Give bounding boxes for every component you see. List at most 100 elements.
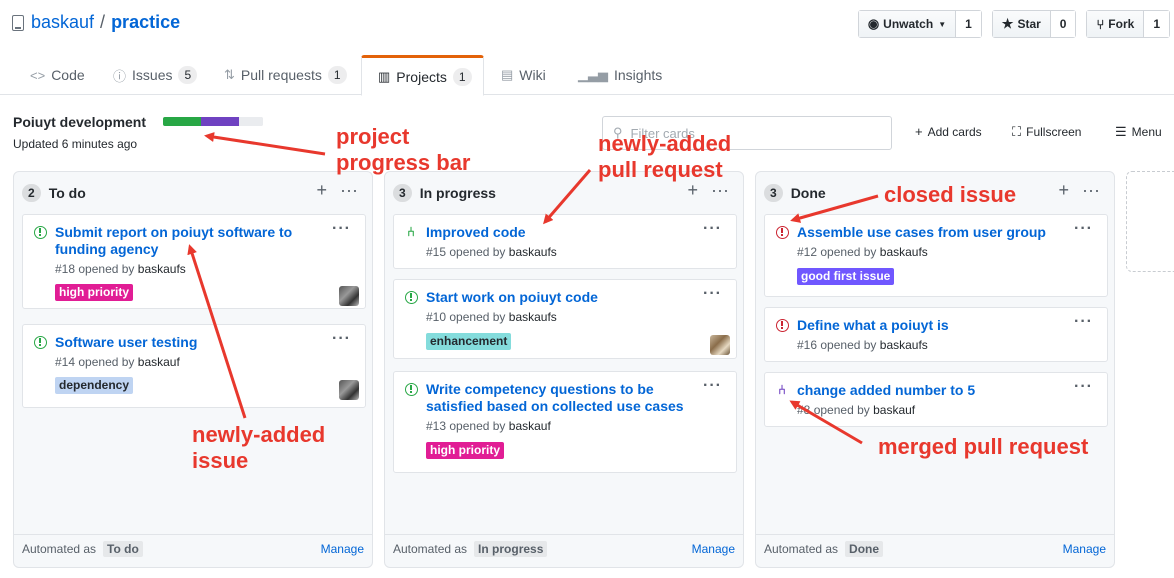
pull-request-card[interactable]: ⑃ change added number to 5 ··· #8 opened… <box>764 372 1108 427</box>
progress-todo-segment <box>239 117 263 126</box>
repo-owner-link[interactable]: baskauf <box>31 12 94 33</box>
card-menu-icon[interactable]: ··· <box>703 377 722 395</box>
card-menu-icon[interactable]: ··· <box>1074 378 1093 396</box>
card-author[interactable]: baskaufs <box>509 245 557 259</box>
tab-pull-requests[interactable]: ⇅ Pull requests 1 <box>208 55 363 95</box>
avatar[interactable] <box>339 380 359 400</box>
menu-button[interactable]: ☰ Menu <box>1115 124 1162 140</box>
star-label: Star <box>1017 17 1041 31</box>
card-author[interactable]: baskauf <box>509 419 551 433</box>
forks-count[interactable]: 1 <box>1144 11 1169 37</box>
stars-count[interactable]: 0 <box>1050 11 1076 37</box>
issue-card[interactable]: Define what a poiuyt is ··· #16 opened b… <box>764 307 1108 362</box>
card-opened-by: opened by <box>820 245 877 259</box>
add-card-plus-icon[interactable]: + <box>317 180 328 201</box>
annotation-merged-pr: merged pull request <box>878 434 1089 459</box>
tab-insights[interactable]: ▁▃▅ Insights <box>562 55 678 95</box>
card-menu-icon[interactable]: ··· <box>332 220 351 238</box>
card-title-link[interactable]: change added number to 5 <box>797 382 1057 399</box>
column-menu-icon[interactable]: ··· <box>340 180 358 201</box>
watchers-count[interactable]: 1 <box>956 11 981 37</box>
issue-card[interactable]: Start work on poiuyt code ··· #10 opened… <box>393 279 737 359</box>
card-author[interactable]: baskauf <box>138 355 180 369</box>
label-dependency[interactable]: dependency <box>55 377 134 394</box>
card-title-link[interactable]: Write competency questions to be satisfi… <box>426 381 686 415</box>
card-author[interactable]: baskauf <box>873 403 915 417</box>
eye-icon: ◉ <box>867 16 880 31</box>
tab-label: Pull requests <box>240 67 322 83</box>
label-high-priority[interactable]: high priority <box>426 442 504 459</box>
column-header: 3 In progress <box>393 184 496 202</box>
card-number: #8 <box>797 403 811 417</box>
caret-down-icon: ▼ <box>938 19 947 29</box>
card-menu-icon[interactable]: ··· <box>703 220 722 238</box>
screen-full-icon: ⛶ <box>1012 124 1022 139</box>
card-opened-by: opened by <box>449 245 506 259</box>
card-title-link[interactable]: Assemble use cases from user group <box>797 224 1057 241</box>
issue-opened-icon <box>404 290 418 304</box>
project-updated-time: Updated 6 minutes ago <box>13 137 138 151</box>
label-high-priority[interactable]: high priority <box>55 284 133 301</box>
plus-icon: + <box>915 124 923 139</box>
automation-preset: Done <box>845 541 884 557</box>
project-name[interactable]: Poiuyt development <box>13 114 146 130</box>
repo-icon <box>12 14 24 31</box>
card-author[interactable]: baskaufs <box>880 338 928 352</box>
card-menu-icon[interactable]: ··· <box>703 285 722 303</box>
card-menu-icon[interactable]: ··· <box>1074 220 1093 238</box>
repo-title: baskauf / practice <box>12 12 180 33</box>
column-menu-icon[interactable]: ··· <box>1082 180 1100 201</box>
column-footer-divider <box>756 534 1114 535</box>
pull-request-card[interactable]: ⑃ Improved code ··· #15 opened by baskau… <box>393 214 737 269</box>
manage-automation-link[interactable]: Manage <box>692 542 735 556</box>
add-cards-button[interactable]: + Add cards <box>915 124 982 139</box>
add-card-plus-icon[interactable]: + <box>1059 180 1070 201</box>
card-author[interactable]: baskaufs <box>509 310 557 324</box>
fork-button[interactable]: ⑂ Fork <box>1087 11 1145 37</box>
tab-counter: 1 <box>452 67 472 86</box>
annotation-progress-bar: project progress bar <box>336 124 471 175</box>
add-card-plus-icon[interactable]: + <box>688 180 699 201</box>
issue-card[interactable]: Assemble use cases from user group ··· #… <box>764 214 1108 297</box>
card-meta: #16 opened by baskaufs <box>797 338 928 352</box>
star-icon: ★ <box>1001 16 1014 31</box>
avatar[interactable] <box>339 286 359 306</box>
label-enhancement[interactable]: enhancement <box>426 333 512 350</box>
manage-automation-link[interactable]: Manage <box>321 542 364 556</box>
avatar[interactable] <box>710 335 730 355</box>
star-button[interactable]: ★ Star <box>992 11 1051 37</box>
issue-card[interactable]: Write competency questions to be satisfi… <box>393 371 737 473</box>
card-title-link[interactable]: Start work on poiuyt code <box>426 289 686 306</box>
manage-automation-link[interactable]: Manage <box>1063 542 1106 556</box>
card-author[interactable]: baskaufs <box>138 262 186 276</box>
card-title-link[interactable]: Improved code <box>426 224 686 241</box>
column-footer: Automated as Done Manage <box>764 541 1106 557</box>
card-author[interactable]: baskaufs <box>880 245 928 259</box>
issue-opened-icon: ⓘ <box>113 68 127 84</box>
column-title: Done <box>790 185 826 201</box>
card-menu-icon[interactable]: ··· <box>332 330 351 348</box>
card-title-link[interactable]: Submit report on poiuyt software to fund… <box>55 224 315 258</box>
card-number: #14 <box>55 355 76 369</box>
card-meta: #12 opened by baskaufs <box>797 245 928 259</box>
tab-issues[interactable]: ⓘ Issues 5 <box>97 55 213 95</box>
tab-code[interactable]: <> Code <box>14 55 101 95</box>
issue-card[interactable]: Submit report on poiuyt software to fund… <box>22 214 366 309</box>
column-menu-icon[interactable]: ··· <box>711 180 729 201</box>
column-tools: + ··· <box>317 180 359 201</box>
label-good-first-issue[interactable]: good first issue <box>797 268 895 285</box>
tab-projects[interactable]: ▥ Projects 1 <box>361 55 484 96</box>
tab-wiki[interactable]: ▤ Wiki <box>485 55 562 95</box>
card-title-link[interactable]: Software user testing <box>55 334 315 351</box>
repo-name-link[interactable]: practice <box>111 12 180 33</box>
card-meta: #15 opened by baskaufs <box>426 245 557 259</box>
fullscreen-button[interactable]: ⛶ Fullscreen <box>1012 124 1081 140</box>
card-meta: #10 opened by baskaufs <box>426 310 557 324</box>
card-meta: #18 opened by baskaufs <box>55 262 186 276</box>
card-title-link[interactable]: Define what a poiuyt is <box>797 317 1057 334</box>
issue-closed-icon <box>775 318 789 332</box>
card-menu-icon[interactable]: ··· <box>1074 313 1093 331</box>
issue-card[interactable]: Software user testing ··· #14 opened by … <box>22 324 366 408</box>
add-column-placeholder[interactable] <box>1126 171 1174 272</box>
unwatch-button[interactable]: ◉ Unwatch ▼ <box>858 11 957 37</box>
